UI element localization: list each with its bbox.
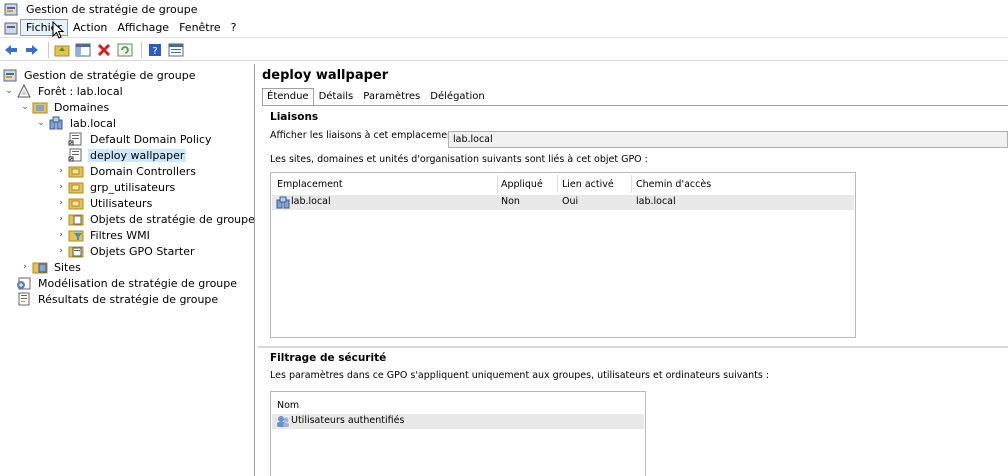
security-filter-description: Les paramètres dans ce GPO s'appliquent … xyxy=(270,370,770,381)
links-description: Les sites, domaines et unités d'organisa… xyxy=(270,154,648,165)
column-header-enforced[interactable]: Appliqué xyxy=(501,179,543,190)
tree-root[interactable]: Gestion de stratégie de groupe xyxy=(2,67,198,83)
column-header-name[interactable]: Nom xyxy=(277,400,299,411)
domain-icon xyxy=(48,116,64,130)
refresh-icon[interactable] xyxy=(116,41,134,59)
tree-domain-lab-local[interactable]: lab.local xyxy=(48,115,118,131)
links-grid: Emplacement Appliqué Lien activé Chemin … xyxy=(270,172,856,338)
show-links-label: Afficher les liaisons à cet emplacement … xyxy=(270,130,464,141)
starter-gpo-folder-icon xyxy=(68,244,84,258)
title-bar: Gestion de stratégie de groupe xyxy=(0,0,1008,18)
results-icon xyxy=(16,292,32,306)
column-divider xyxy=(557,175,558,193)
help-icon[interactable]: ? xyxy=(146,41,164,59)
toolbar: ? xyxy=(0,39,1008,61)
security-filter-heading: Filtrage de sécurité xyxy=(270,352,387,364)
sites-icon xyxy=(32,260,48,274)
gpmc-icon xyxy=(2,68,18,82)
chevron-down-icon[interactable]: ⌄ xyxy=(20,99,30,115)
tab-details[interactable]: Détails xyxy=(314,88,359,106)
chevron-right-icon[interactable]: › xyxy=(56,227,66,243)
chevron-down-icon[interactable]: ⌄ xyxy=(36,115,46,131)
chevron-right-icon[interactable]: › xyxy=(56,163,66,179)
cell-path: lab.local xyxy=(636,196,676,207)
show-links-dropdown[interactable]: lab.local xyxy=(448,131,1008,148)
column-divider xyxy=(497,175,498,193)
tree-item-gpo-objects[interactable]: Objets de stratégie de groupe xyxy=(68,211,254,227)
properties-icon[interactable] xyxy=(167,41,185,59)
gpo-link-icon xyxy=(68,148,84,162)
chevron-down-icon[interactable]: ⌄ xyxy=(4,83,14,99)
gpo-folder-icon xyxy=(68,212,84,226)
svg-text:?: ? xyxy=(152,46,157,57)
tab-strip: Étendue Détails Paramètres Délégation xyxy=(262,88,490,106)
tab-parametres[interactable]: Paramètres xyxy=(358,88,425,106)
menu-help[interactable]: ? xyxy=(226,20,242,35)
tree-sites[interactable]: Sites xyxy=(32,259,83,275)
tree-gp-modeling[interactable]: Modélisation de stratégie de groupe xyxy=(16,275,239,291)
tree-item-utilisateurs[interactable]: Utilisateurs xyxy=(68,195,154,211)
links-heading: Liaisons xyxy=(270,111,319,123)
console-tree: Gestion de stratégie de groupe ⌄ Forêt :… xyxy=(0,64,255,476)
tab-etendue[interactable]: Étendue xyxy=(262,88,314,106)
tree-gp-results[interactable]: Résultats de stratégie de groupe xyxy=(16,291,220,307)
gpmc-menu-icon[interactable] xyxy=(4,21,20,35)
mouse-cursor-icon xyxy=(52,21,64,39)
cell-name: Utilisateurs authentifiés xyxy=(291,415,405,426)
users-group-icon xyxy=(276,415,292,429)
gpo-link-icon xyxy=(68,132,84,146)
cell-enforced: Non xyxy=(501,196,520,207)
tab-delegation[interactable]: Délégation xyxy=(425,88,489,106)
ou-folder-icon xyxy=(68,180,84,194)
toolbar-separator xyxy=(48,41,49,58)
up-folder-icon[interactable] xyxy=(53,41,71,59)
tree-item-starter-gpos[interactable]: Objets GPO Starter xyxy=(68,243,196,259)
column-header-path[interactable]: Chemin d'accès xyxy=(636,179,711,190)
menu-bar: Fichier Action Affichage Fenêtre ? xyxy=(0,18,1008,39)
tree-item-default-domain-policy[interactable]: Default Domain Policy xyxy=(68,131,214,147)
chevron-right-icon[interactable]: › xyxy=(56,195,66,211)
ou-folder-icon xyxy=(68,164,84,178)
column-divider xyxy=(631,175,632,193)
forward-icon[interactable] xyxy=(23,41,41,59)
domain-icon xyxy=(276,196,292,210)
menu-action[interactable]: Action xyxy=(68,20,112,35)
table-row[interactable]: Utilisateurs authentifiés xyxy=(272,414,644,429)
window-title: Gestion de stratégie de groupe xyxy=(26,2,198,16)
section-divider xyxy=(258,346,1008,348)
chevron-right-icon[interactable]: › xyxy=(20,259,30,275)
gpo-title: deploy wallpaper xyxy=(262,68,389,83)
tab-underline xyxy=(262,105,1008,106)
tree-item-grp-utilisateurs[interactable]: grp_utilisateurs xyxy=(68,179,177,195)
chevron-right-icon[interactable]: › xyxy=(56,243,66,259)
toolbar-separator xyxy=(141,41,142,58)
show-hide-tree-icon[interactable] xyxy=(74,41,92,59)
table-row[interactable]: lab.local Non Oui lab.local xyxy=(272,195,854,210)
delete-icon[interactable] xyxy=(95,41,113,59)
detail-pane: deploy wallpaper Étendue Détails Paramèt… xyxy=(258,64,1008,476)
ou-folder-icon xyxy=(68,196,84,210)
column-header-link-enabled[interactable]: Lien activé xyxy=(562,179,614,190)
wmi-filter-folder-icon xyxy=(68,228,84,242)
tree-forest[interactable]: Forêt : lab.local xyxy=(16,83,125,99)
modeling-icon xyxy=(16,276,32,290)
column-header-location[interactable]: Emplacement xyxy=(277,179,343,190)
cell-enabled: Oui xyxy=(562,196,579,207)
domains-icon xyxy=(32,100,48,114)
tree-item-deploy-wallpaper[interactable]: deploy wallpaper xyxy=(68,147,187,163)
chevron-right-icon[interactable]: › xyxy=(56,211,66,227)
tree-item-wmi-filters[interactable]: Filtres WMI xyxy=(68,227,152,243)
forest-icon xyxy=(16,83,32,98)
menu-affichage[interactable]: Affichage xyxy=(112,20,174,35)
gpmc-app-icon xyxy=(4,2,20,16)
chevron-right-icon[interactable]: › xyxy=(56,179,66,195)
tree-item-domain-controllers[interactable]: Domain Controllers xyxy=(68,163,198,179)
security-filter-grid: Nom Utilisateurs authentifiés xyxy=(270,391,646,476)
back-icon[interactable] xyxy=(2,41,20,59)
cell-location: lab.local xyxy=(291,196,331,207)
tree-domains[interactable]: Domaines xyxy=(32,99,111,115)
menu-fenetre[interactable]: Fenêtre xyxy=(174,20,226,35)
